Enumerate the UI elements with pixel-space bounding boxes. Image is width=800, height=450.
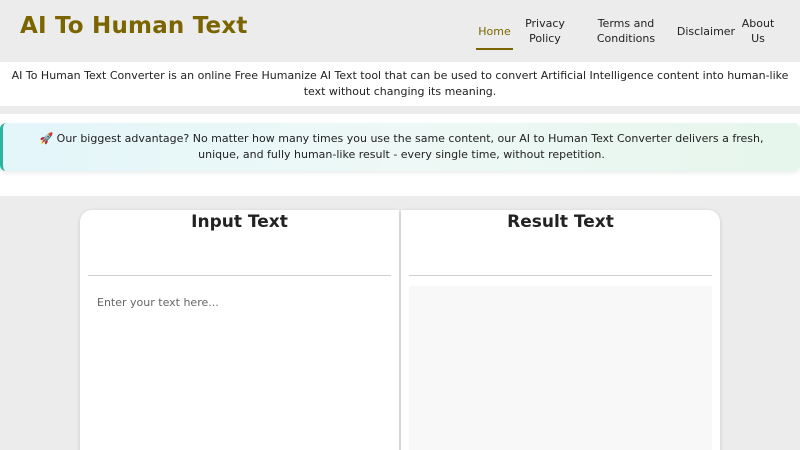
nav-about-us[interactable]: About Us (738, 0, 778, 62)
nav-disclaimer[interactable]: Disclaimer (676, 0, 736, 62)
site-logo[interactable]: AI To Human Text (20, 13, 248, 39)
advantage-banner: 🚀 Our biggest advantage? No matter how m… (0, 123, 800, 171)
result-panel: Result Text (401, 210, 720, 450)
result-output[interactable] (409, 286, 712, 450)
input-panel-divider (88, 275, 391, 276)
site-header: AI To Human Text Home Privacy Policy Ter… (0, 0, 800, 62)
advantage-section: 🚀 Our biggest advantage? No matter how m… (0, 114, 800, 196)
intro-text: AI To Human Text Converter is an online … (0, 62, 800, 106)
nav-terms-and-conditions[interactable]: Terms and Conditions (588, 0, 664, 62)
input-panel: Input Text (80, 210, 399, 450)
nav-home[interactable]: Home (476, 0, 513, 62)
result-panel-divider (409, 275, 712, 276)
result-panel-title: Result Text (507, 212, 614, 232)
input-panel-title: Input Text (191, 212, 288, 232)
input-textarea[interactable] (88, 286, 391, 450)
nav-privacy-policy[interactable]: Privacy Policy (520, 0, 570, 62)
